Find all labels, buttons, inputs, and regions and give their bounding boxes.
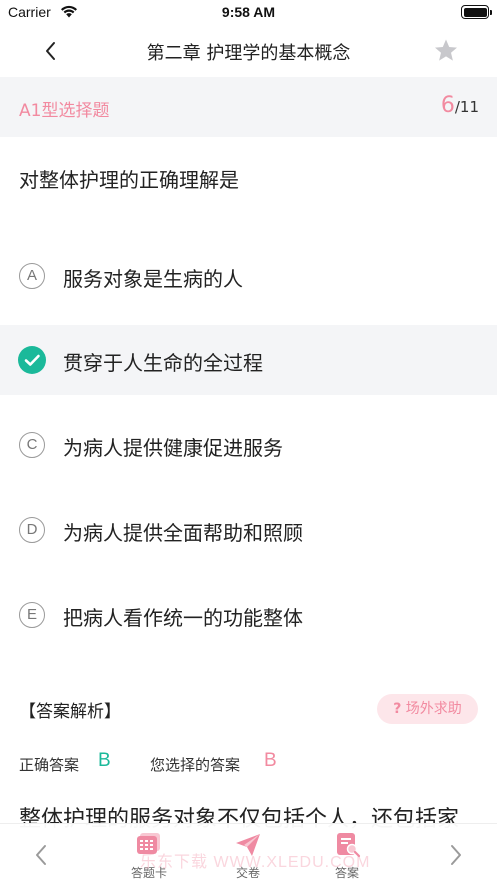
battery-icon xyxy=(461,5,492,19)
answers-row: 正确答案 B 您选择的答案 B xyxy=(19,750,479,778)
question-text: 对整体护理的正确理解是 xyxy=(19,168,239,192)
option-letter-c: C xyxy=(19,432,45,458)
my-answer-value: B xyxy=(264,750,277,771)
option-text-e: 把病人看作统一的功能整体 xyxy=(63,606,303,630)
option-text-c: 为病人提供健康促进服务 xyxy=(63,436,283,460)
my-answer-label: 您选择的答案 xyxy=(150,756,241,774)
option-d[interactable]: D 为病人提供全面帮助和照顾 xyxy=(0,495,497,565)
option-letter-e: E xyxy=(19,602,45,628)
option-a[interactable]: A 服务对象是生病的人 xyxy=(0,241,497,311)
checkmark-circle-icon xyxy=(18,346,46,374)
chevron-right-icon xyxy=(451,845,461,865)
watermark: 乐东下载 WWW.XLEDU.COM xyxy=(140,854,371,871)
option-letter-a: A xyxy=(19,263,45,289)
option-e[interactable]: E 把病人看作统一的功能整体 xyxy=(0,580,497,650)
favorite-button[interactable] xyxy=(431,36,461,66)
next-question-button[interactable] xyxy=(443,840,469,870)
chevron-left-icon xyxy=(36,845,46,865)
option-c[interactable]: C 为病人提供健康促进服务 xyxy=(0,410,497,480)
analysis-title: 【答案解析】 xyxy=(19,702,121,722)
outside-help-button[interactable]: ? 场外求助 xyxy=(377,694,478,724)
help-button-label: 场外求助 xyxy=(405,701,462,717)
option-text-b: 贯穿于人生命的全过程 xyxy=(63,351,263,375)
page-title: 第二章 护理学的基本概念 xyxy=(146,43,351,64)
progress-current: 6 xyxy=(440,93,455,118)
previous-question-button[interactable] xyxy=(28,840,54,870)
question-type-label: A1型选择题 xyxy=(19,101,110,121)
option-text-d: 为病人提供全面帮助和照顾 xyxy=(63,521,303,545)
question-mark-icon: ? xyxy=(393,701,402,717)
question-progress: 6/11 xyxy=(441,93,479,118)
correct-answer-value: B xyxy=(98,750,111,771)
option-text-a: 服务对象是生病的人 xyxy=(63,267,243,291)
correct-answer-label: 正确答案 xyxy=(19,756,80,774)
nav-bar: 第二章 护理学的基本概念 xyxy=(0,26,497,76)
star-icon xyxy=(435,39,457,61)
status-bar: Carrier 9:58 AM xyxy=(0,0,497,26)
question-type-bar: A1型选择题 6/11 xyxy=(0,77,497,137)
progress-total: /11 xyxy=(454,98,479,116)
option-letter-d: D xyxy=(19,517,45,543)
option-b[interactable]: 贯穿于人生命的全过程 xyxy=(0,325,497,395)
status-time: 9:58 AM xyxy=(221,4,276,20)
